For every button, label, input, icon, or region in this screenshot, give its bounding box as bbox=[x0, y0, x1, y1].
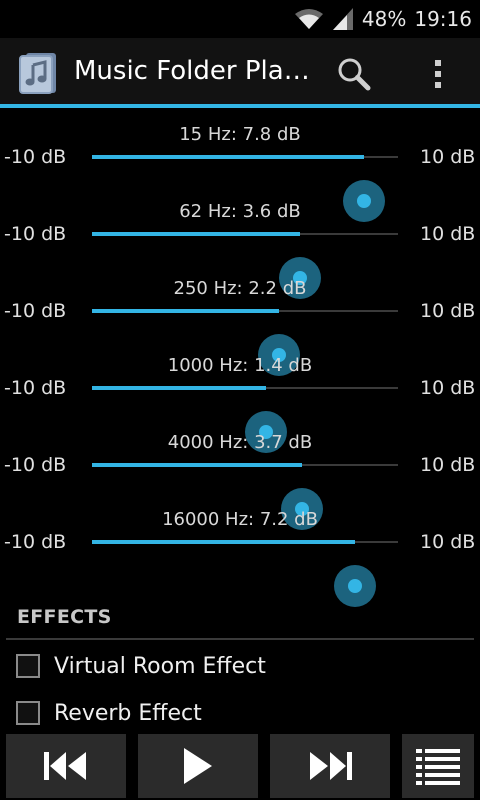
min-db-label: -10 dB bbox=[4, 377, 67, 399]
eq-band-16000hz: 16000 Hz: 7.2 dB -10 dB 10 dB bbox=[0, 497, 480, 607]
max-db-label: 10 dB bbox=[420, 531, 476, 553]
max-db-label: 10 dB bbox=[420, 300, 476, 322]
min-db-label: -10 dB bbox=[4, 223, 67, 245]
overflow-dot bbox=[435, 60, 441, 66]
app-title: Music Folder Pla… bbox=[74, 56, 310, 86]
band-slider[interactable] bbox=[92, 540, 398, 607]
slider-fill bbox=[92, 463, 302, 467]
band-slider[interactable] bbox=[92, 309, 398, 376]
eq-band-1000hz: 1000 Hz: 1.4 dB -10 dB 10 dB bbox=[0, 343, 480, 453]
min-db-label: -10 dB bbox=[4, 531, 67, 553]
play-button[interactable] bbox=[138, 734, 258, 798]
status-icons: 48% 19:16 bbox=[294, 6, 472, 32]
signal-icon bbox=[332, 8, 353, 30]
previous-icon bbox=[44, 752, 86, 780]
music-folder-app-icon[interactable] bbox=[16, 50, 62, 96]
band-label: 4000 Hz: 3.7 dB bbox=[167, 432, 313, 453]
wifi-icon bbox=[294, 9, 323, 29]
slider-fill bbox=[92, 540, 356, 544]
band-label: 1000 Hz: 1.4 dB bbox=[167, 355, 313, 376]
min-db-label: -10 dB bbox=[4, 146, 67, 168]
max-db-label: 10 dB bbox=[420, 223, 476, 245]
play-icon bbox=[184, 748, 212, 784]
band-label: 250 Hz: 2.2 dB bbox=[173, 278, 307, 299]
eq-band-250hz: 250 Hz: 2.2 dB -10 dB 10 dB bbox=[0, 266, 480, 376]
previous-button[interactable] bbox=[6, 734, 126, 798]
status-time: 19:16 bbox=[414, 7, 472, 31]
max-db-label: 10 dB bbox=[420, 454, 476, 476]
band-slider[interactable] bbox=[92, 386, 398, 453]
slider-fill bbox=[92, 309, 279, 313]
battery-percentage: 48% bbox=[361, 7, 407, 31]
eq-band-4000hz: 4000 Hz: 3.7 dB -10 dB 10 dB bbox=[0, 420, 480, 530]
band-label: 15 Hz: 7.8 dB bbox=[179, 124, 301, 145]
next-icon bbox=[310, 752, 352, 780]
effect-virtual-room[interactable]: Virtual Room Effect bbox=[16, 644, 456, 688]
eq-band-15hz: 15 Hz: 7.8 dB -10 dB 10 dB bbox=[0, 112, 480, 222]
slider-fill bbox=[92, 155, 365, 159]
search-icon bbox=[338, 58, 371, 91]
min-db-label: -10 dB bbox=[4, 300, 67, 322]
band-slider[interactable] bbox=[92, 155, 398, 222]
band-slider[interactable] bbox=[92, 232, 398, 299]
playlist-icon bbox=[416, 749, 460, 785]
slider-fill bbox=[92, 386, 267, 390]
slider-fill bbox=[92, 232, 301, 236]
effects-divider bbox=[6, 638, 474, 640]
action-bar: Music Folder Pla… bbox=[0, 38, 480, 108]
next-button[interactable] bbox=[270, 734, 390, 798]
band-label: 62 Hz: 3.6 dB bbox=[179, 201, 301, 222]
overflow-menu-icon[interactable] bbox=[414, 50, 462, 98]
eq-band-62hz: 62 Hz: 3.6 dB -10 dB 10 dB bbox=[0, 189, 480, 299]
reverb-checkbox[interactable] bbox=[16, 701, 40, 725]
status-bar: 48% 19:16 bbox=[0, 0, 480, 38]
effect-label: Virtual Room Effect bbox=[54, 653, 266, 679]
search-button[interactable] bbox=[330, 50, 378, 98]
effect-label: Reverb Effect bbox=[54, 700, 202, 726]
band-slider[interactable] bbox=[92, 463, 398, 530]
min-db-label: -10 dB bbox=[4, 454, 67, 476]
playlist-button[interactable] bbox=[402, 734, 474, 798]
virtual-room-checkbox[interactable] bbox=[16, 654, 40, 678]
playback-controls bbox=[0, 732, 480, 800]
effect-reverb[interactable]: Reverb Effect bbox=[16, 691, 456, 735]
max-db-label: 10 dB bbox=[420, 377, 476, 399]
max-db-label: 10 dB bbox=[420, 146, 476, 168]
effects-header: EFFECTS bbox=[17, 606, 112, 628]
slider-thumb[interactable] bbox=[334, 565, 377, 607]
band-label: 16000 Hz: 7.2 dB bbox=[162, 509, 318, 530]
overflow-dot bbox=[435, 82, 441, 88]
overflow-dot bbox=[435, 71, 441, 77]
